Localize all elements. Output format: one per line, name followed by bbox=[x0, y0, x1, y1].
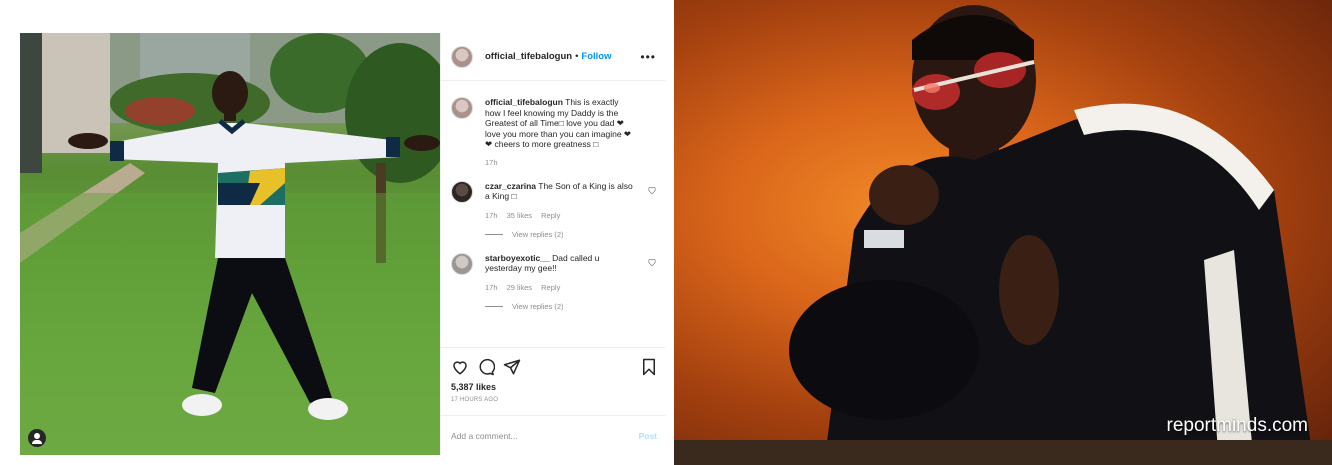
comment-time: 17h bbox=[485, 157, 498, 167]
reply-button[interactable]: Reply bbox=[541, 211, 560, 220]
comment-likes[interactable]: 35 likes bbox=[507, 211, 532, 220]
comment-text-block: starboyexotic__ Dad called u yesterday m… bbox=[485, 253, 635, 274]
watermark-text: reportminds.com bbox=[1166, 415, 1309, 436]
comment-text-block: czar_czarina The Son of a King is also a… bbox=[485, 181, 635, 202]
author-avatar[interactable] bbox=[451, 97, 473, 119]
post-actions: 5,387 likes 17 HOURS AGO bbox=[441, 347, 666, 413]
post-timestamp: 17 HOURS AGO bbox=[451, 397, 499, 403]
comments-list: official_tifebalogun This is exactly how… bbox=[441, 81, 666, 347]
author-handle[interactable]: official_tifebalogun bbox=[485, 51, 572, 62]
comment-time: 17h bbox=[485, 282, 498, 292]
comment-time: 17h bbox=[485, 210, 498, 220]
reply-button[interactable]: Reply bbox=[541, 283, 560, 292]
bookmark-icon[interactable] bbox=[641, 358, 657, 376]
portrait-photo: reportminds.com bbox=[674, 0, 1332, 465]
add-comment-bar: Add a comment... Post bbox=[441, 415, 666, 455]
post-comment-button[interactable]: Post bbox=[639, 431, 657, 441]
comment-user[interactable]: starboyexotic__ bbox=[485, 253, 550, 263]
add-comment-input[interactable]: Add a comment... bbox=[451, 431, 518, 441]
instagram-post: official_tifebalogun • Follow ••• offici… bbox=[20, 33, 666, 455]
comment-meta: 17h bbox=[485, 158, 657, 167]
commenter-avatar[interactable] bbox=[451, 252, 473, 275]
post-photo-art bbox=[20, 33, 440, 455]
comment-likes[interactable]: 29 likes bbox=[507, 283, 532, 292]
commenter-avatar[interactable] bbox=[451, 180, 473, 203]
comment-meta: 17h 35 likes Reply bbox=[485, 211, 657, 220]
post-header: official_tifebalogun • Follow ••• bbox=[441, 33, 666, 81]
view-replies-button[interactable]: View replies (2) bbox=[485, 230, 657, 239]
action-row bbox=[451, 356, 657, 378]
user-tag-icon[interactable] bbox=[28, 429, 46, 447]
header-separator: • bbox=[575, 51, 579, 62]
comment-item: czar_czarina The Son of a King is also a… bbox=[451, 180, 657, 203]
portrait-photo-art bbox=[674, 5, 1332, 465]
post-photo[interactable] bbox=[20, 33, 440, 455]
comment-item: starboyexotic__ Dad called u yesterday m… bbox=[451, 252, 657, 275]
follow-button[interactable]: Follow bbox=[581, 51, 611, 62]
heart-icon[interactable] bbox=[451, 358, 469, 376]
comment-text-block: official_tifebalogun This is exactly how… bbox=[485, 97, 635, 150]
comment-user[interactable]: czar_czarina bbox=[485, 181, 536, 191]
comment-user[interactable]: official_tifebalogun bbox=[485, 97, 563, 107]
likes-count[interactable]: 5,387 likes bbox=[451, 382, 657, 392]
more-options-icon[interactable]: ••• bbox=[640, 50, 656, 64]
share-icon[interactable] bbox=[503, 358, 521, 376]
comment-icon[interactable] bbox=[477, 358, 495, 376]
comment-like-heart-icon[interactable] bbox=[647, 257, 657, 267]
page: official_tifebalogun • Follow ••• offici… bbox=[0, 0, 1332, 465]
view-replies-button[interactable]: View replies (2) bbox=[485, 302, 657, 311]
comment-meta: 17h 29 likes Reply bbox=[485, 283, 657, 292]
comment-like-heart-icon[interactable] bbox=[647, 185, 657, 195]
post-sidebar: official_tifebalogun • Follow ••• offici… bbox=[440, 33, 666, 455]
caption-comment: official_tifebalogun This is exactly how… bbox=[451, 97, 657, 150]
author-avatar[interactable] bbox=[451, 45, 473, 68]
